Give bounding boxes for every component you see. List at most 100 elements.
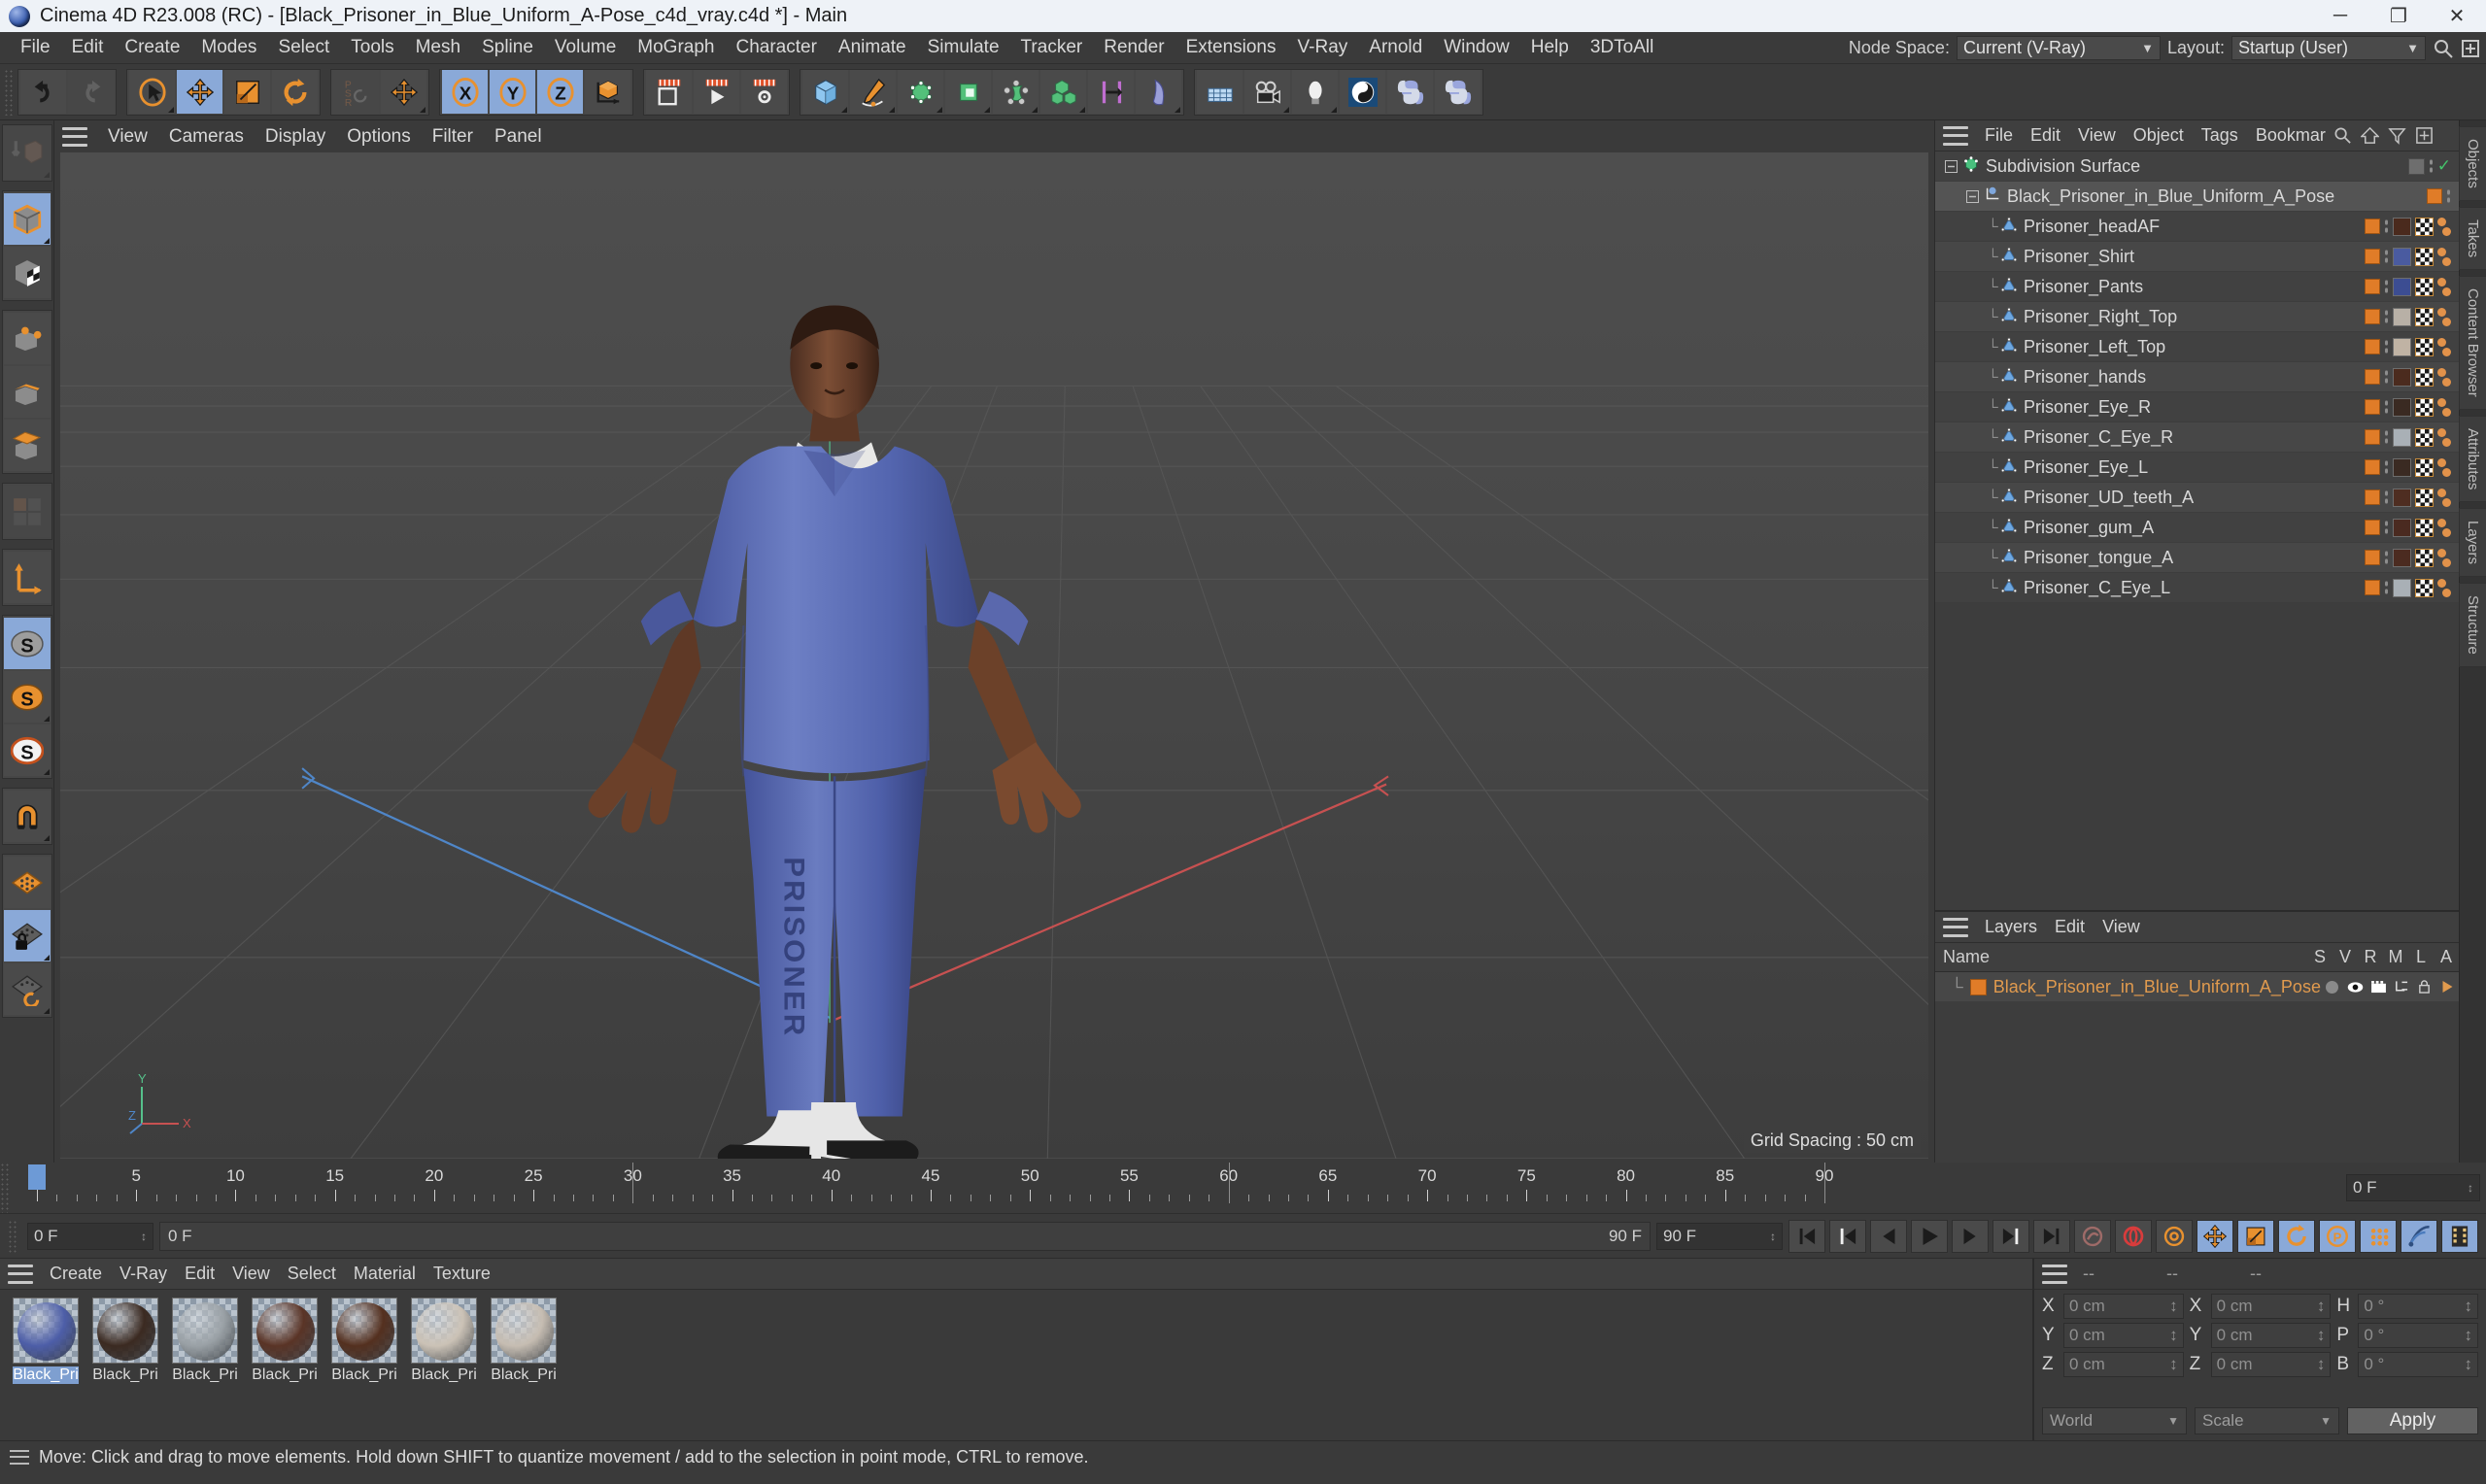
object-manager-menu-icon[interactable] xyxy=(1943,125,1968,146)
object-row[interactable]: └ Prisoner_UD_teeth_A xyxy=(1935,483,2459,513)
object-manager-empty-area[interactable] xyxy=(1935,603,2459,910)
layer-tag-icon[interactable] xyxy=(2365,309,2380,324)
selection-tag-icon[interactable] xyxy=(2437,247,2451,266)
point-level-animation-button[interactable] xyxy=(2360,1219,2397,1253)
timeline-track[interactable]: 051015202530354045505560657075808590 xyxy=(25,1163,2340,1213)
uvw-tag-icon[interactable] xyxy=(2415,457,2434,477)
object-row[interactable]: └ Prisoner_Eye_R xyxy=(1935,392,2459,422)
close-button[interactable]: ✕ xyxy=(2428,0,2486,32)
layer-tag-icon[interactable] xyxy=(2365,369,2380,385)
object-row[interactable]: └ Prisoner_Right_Top xyxy=(1935,302,2459,332)
parameter-key-button[interactable]: P xyxy=(2319,1219,2356,1253)
position-z-field[interactable]: 0 cm ↕ xyxy=(2063,1352,2184,1377)
layer-render-toggle[interactable] xyxy=(2367,980,2390,994)
x-axis-button[interactable]: X xyxy=(442,70,488,114)
render-view-button[interactable] xyxy=(646,70,692,114)
object-name-cell[interactable]: └ Prisoner_Eye_R xyxy=(1935,396,2365,419)
layer-name-cell[interactable]: └ Black_Prisoner_in_Blue_Uniform_A_Pose xyxy=(1935,977,2321,997)
size-x-field[interactable]: 0 cm ↕ xyxy=(2210,1294,2332,1319)
play-button[interactable] xyxy=(1911,1219,1948,1253)
menu-v-ray[interactable]: V-Ray xyxy=(1287,34,1359,61)
menu-edit[interactable]: Edit xyxy=(61,34,115,61)
keyframe-selection-button[interactable] xyxy=(2156,1219,2193,1253)
uvw-tag-icon[interactable] xyxy=(2415,247,2434,266)
material-menu-view[interactable]: View xyxy=(223,1262,279,1286)
dock-tab-layers[interactable]: Layers xyxy=(2459,508,2486,578)
animation-mode-button[interactable] xyxy=(2401,1219,2437,1253)
layer-visible-toggle[interactable] xyxy=(2344,981,2367,994)
uvw-tag-icon[interactable] xyxy=(2415,548,2434,567)
object-manager-menu-edit[interactable]: Edit xyxy=(2022,123,2069,148)
material-item[interactable]: Black_Pri xyxy=(408,1298,480,1433)
layers-menu-layers[interactable]: Layers xyxy=(1976,915,2046,939)
coordinate-mode-select[interactable]: Scale ▼ xyxy=(2195,1407,2339,1434)
menu-arnold[interactable]: Arnold xyxy=(1358,34,1433,61)
material-menu-select[interactable]: Select xyxy=(279,1262,345,1286)
world-object-axis-button[interactable] xyxy=(585,70,630,114)
uvw-tag-icon[interactable] xyxy=(2415,488,2434,507)
layer-tag-icon[interactable] xyxy=(2365,550,2380,565)
uvw-tag-icon[interactable] xyxy=(2415,367,2434,387)
object-name-cell[interactable]: └ Prisoner_C_Eye_L xyxy=(1935,577,2365,599)
object-row[interactable]: └ Prisoner_Left_Top xyxy=(1935,332,2459,362)
y-axis-button[interactable]: Y xyxy=(490,70,535,114)
selection-tag-icon[interactable] xyxy=(2437,518,2451,537)
z-axis-button[interactable]: Z xyxy=(537,70,583,114)
menu-animate[interactable]: Animate xyxy=(828,34,917,61)
preview-end-field[interactable]: 90 F ↕ xyxy=(1656,1222,1783,1250)
material-preview[interactable] xyxy=(13,1298,79,1364)
display-tag-icon[interactable] xyxy=(2407,157,2425,175)
material-item[interactable]: Black_Pri xyxy=(249,1298,321,1433)
uv-mode-button[interactable] xyxy=(3,486,51,537)
layers-menu-icon[interactable] xyxy=(1943,917,1968,937)
redo-button[interactable] xyxy=(68,70,114,114)
menu-mesh[interactable]: Mesh xyxy=(405,34,471,61)
material-item[interactable]: Black_Pri xyxy=(89,1298,161,1433)
menu-character[interactable]: Character xyxy=(725,34,827,61)
dock-tab-attributes[interactable]: Attributes xyxy=(2459,415,2486,503)
object-manager-menu-object[interactable]: Object xyxy=(2125,123,2193,148)
status-menu-icon[interactable] xyxy=(10,1449,29,1465)
lock-workplane-button[interactable] xyxy=(3,910,51,961)
material-item[interactable]: Black_Pri xyxy=(488,1298,560,1433)
object-row[interactable]: └ Prisoner_Shirt xyxy=(1935,242,2459,272)
position-key-button[interactable] xyxy=(2197,1219,2233,1253)
pen-spline-button[interactable] xyxy=(850,70,896,114)
object-row[interactable]: └ Prisoner_tongue_A xyxy=(1935,543,2459,573)
go-to-next-keyframe-button[interactable] xyxy=(1992,1219,2029,1253)
axis-mode-button[interactable] xyxy=(3,552,51,603)
layer-tag-icon[interactable] xyxy=(2365,580,2380,595)
material-preview[interactable] xyxy=(92,1298,158,1364)
selection-tag-icon[interactable] xyxy=(2437,488,2451,507)
timeline-drag-handle[interactable] xyxy=(0,1163,10,1213)
layer-tag-icon[interactable] xyxy=(2365,219,2380,234)
uvw-tag-icon[interactable] xyxy=(2415,427,2434,447)
size-y-field[interactable]: 0 cm ↕ xyxy=(2210,1323,2332,1348)
menu-expand-icon[interactable] xyxy=(2461,39,2480,58)
viewport-menu-view[interactable]: View xyxy=(97,123,158,151)
step-forward-button[interactable] xyxy=(1952,1219,1989,1253)
vray-button[interactable] xyxy=(1340,70,1385,114)
material-manager-menu-icon[interactable] xyxy=(8,1264,33,1284)
object-name-cell[interactable]: Black_Prisoner_in_Blue_Uniform_A_Pose xyxy=(1935,186,2427,208)
layer-tag-icon[interactable] xyxy=(2365,489,2380,505)
object-name-cell[interactable]: └ Prisoner_hands xyxy=(1935,366,2365,388)
uvw-tag-icon[interactable] xyxy=(2415,307,2434,326)
layer-tag-icon[interactable] xyxy=(2365,429,2380,445)
cloth-button[interactable] xyxy=(1136,70,1181,114)
layer-row[interactable]: └ Black_Prisoner_in_Blue_Uniform_A_Pose xyxy=(1935,972,2459,1001)
layer-tag-icon[interactable] xyxy=(2365,279,2380,294)
material-tag-icon[interactable] xyxy=(2393,488,2411,507)
layer-lock-toggle[interactable] xyxy=(2413,980,2436,994)
object-row[interactable]: └ Prisoner_C_Eye_L xyxy=(1935,573,2459,603)
workplane-button[interactable] xyxy=(3,857,51,908)
viewport-menu-panel[interactable]: Panel xyxy=(484,123,553,151)
subdivision-surface-button[interactable] xyxy=(898,70,943,114)
position-x-field[interactable]: 0 cm ↕ xyxy=(2063,1294,2184,1319)
object-row[interactable]: └ Prisoner_headAF xyxy=(1935,212,2459,242)
apply-button[interactable]: Apply xyxy=(2347,1407,2478,1434)
coordinate-system-select[interactable]: World ▼ xyxy=(2042,1407,2187,1434)
timeline-mode-button[interactable] xyxy=(2441,1219,2478,1253)
playbar-drag-handle[interactable] xyxy=(8,1219,17,1253)
object-name-cell[interactable]: └ Prisoner_C_Eye_R xyxy=(1935,426,2365,449)
